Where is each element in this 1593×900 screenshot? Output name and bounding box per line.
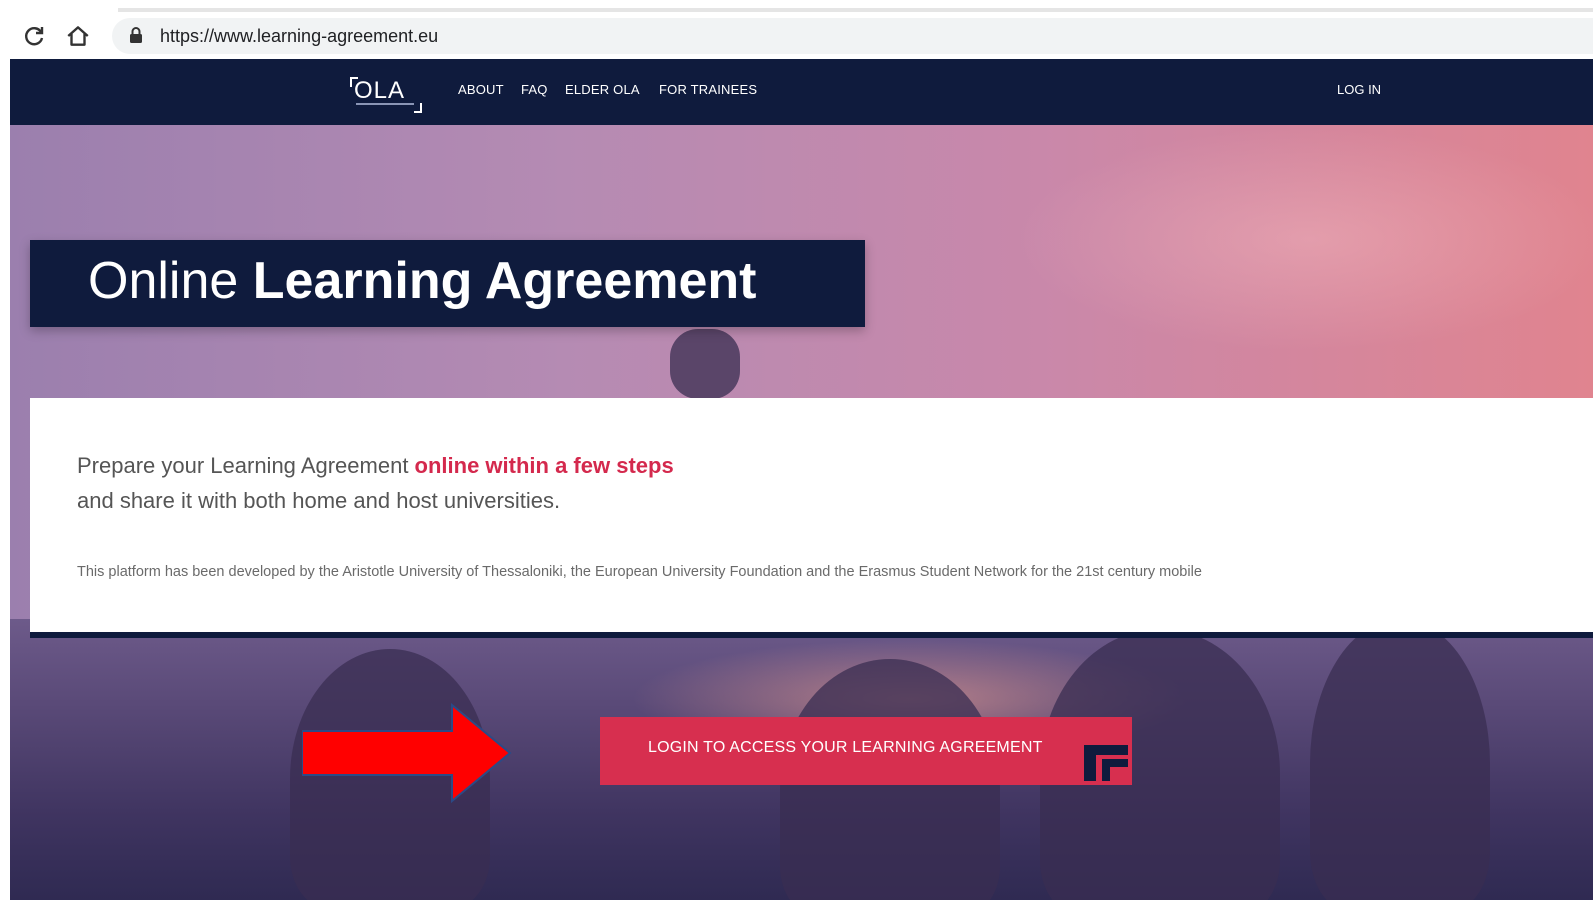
lead-line-2: and share it with both home and host uni… bbox=[77, 488, 561, 513]
external-link-icon bbox=[1084, 745, 1128, 781]
nav-about[interactable]: ABOUT bbox=[458, 82, 504, 97]
lead-highlight: online within a few steps bbox=[414, 453, 674, 478]
annotation-arrow-icon bbox=[301, 702, 512, 804]
url-text[interactable]: https://www.learning-agreement.eu bbox=[160, 26, 438, 46]
nav-for-trainees[interactable]: FOR TRAINEES bbox=[659, 82, 757, 97]
lead-line-1: Prepare your Learning Agreement online w… bbox=[77, 453, 674, 479]
logo-subtitle-line bbox=[356, 103, 414, 105]
lock-icon bbox=[128, 26, 146, 44]
site-navbar: OLA ABOUT FAQ ELDER OLA FOR TRAINEES LOG… bbox=[10, 59, 1593, 125]
home-icon[interactable] bbox=[64, 22, 92, 50]
title-bold: Learning Agreement bbox=[252, 252, 757, 310]
platform-description: This platform has been developed by the … bbox=[77, 564, 1202, 580]
reload-icon[interactable] bbox=[20, 22, 48, 50]
logo-bracket bbox=[414, 103, 422, 113]
website: OLA ABOUT FAQ ELDER OLA FOR TRAINEES LOG… bbox=[10, 59, 1593, 900]
login-link[interactable]: LOG IN bbox=[1337, 82, 1381, 97]
lead-prefix: Prepare your Learning Agreement bbox=[77, 453, 415, 478]
page-title: Online Learning Agreement bbox=[88, 250, 757, 312]
login-access-label: LOGIN TO ACCESS YOUR LEARNING AGREEMENT bbox=[648, 739, 1043, 756]
logo-text: OLA bbox=[354, 77, 406, 104]
browser-chrome: https://www.learning-agreement.eu bbox=[0, 0, 1593, 60]
person-silhouette bbox=[1310, 619, 1490, 900]
raised-hand bbox=[670, 329, 740, 399]
hero-title-box: Online Learning Agreement bbox=[30, 240, 865, 327]
login-access-button[interactable]: LOGIN TO ACCESS YOUR LEARNING AGREEMENT bbox=[600, 717, 1132, 785]
ola-logo[interactable]: OLA bbox=[350, 75, 424, 113]
title-light: Online bbox=[88, 252, 239, 310]
tab-strip-line bbox=[118, 8, 1593, 12]
nav-faq[interactable]: FAQ bbox=[521, 82, 548, 97]
intro-card: Prepare your Learning Agreement online w… bbox=[30, 398, 1593, 638]
nav-elder-ola[interactable]: ELDER OLA bbox=[565, 82, 640, 97]
